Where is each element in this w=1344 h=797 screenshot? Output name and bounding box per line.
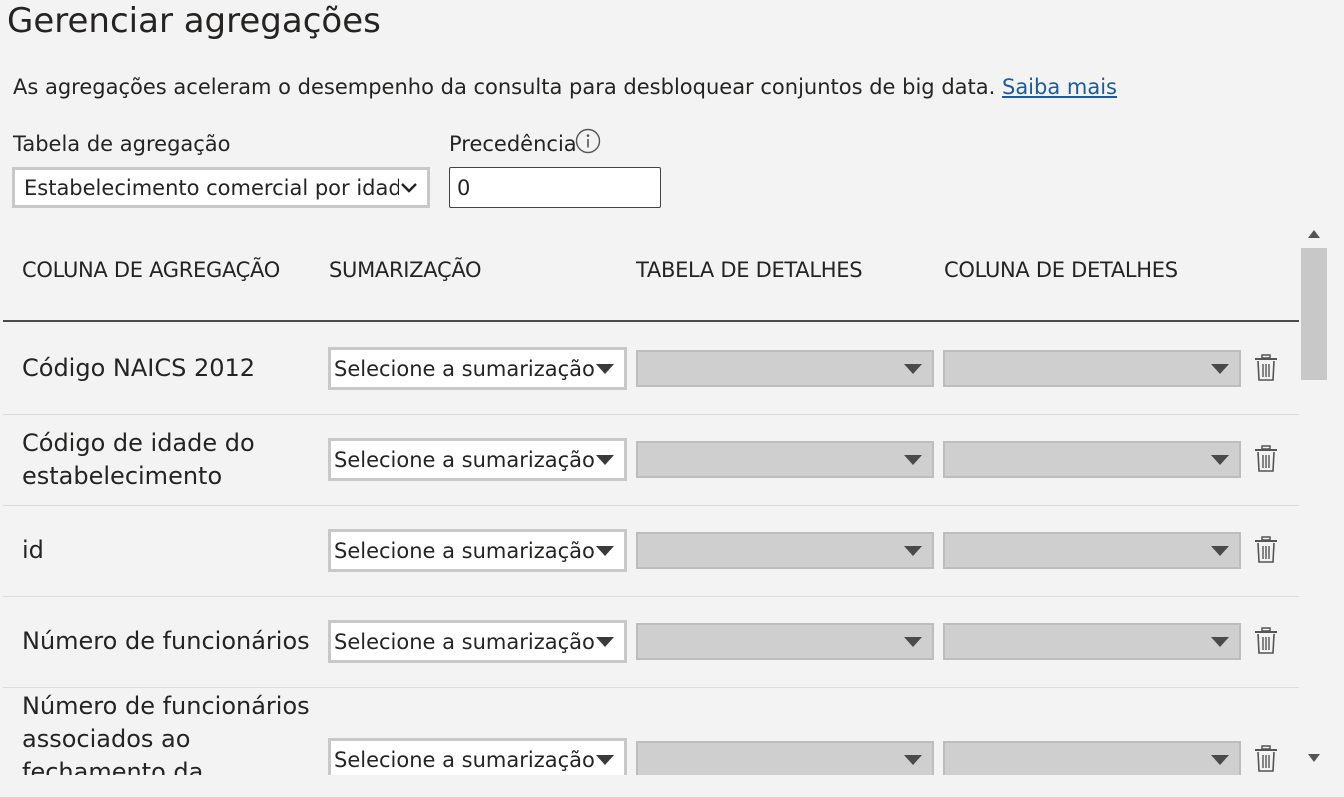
- summarization-select[interactable]: Selecione a sumarização...: [328, 347, 627, 390]
- table-row: Código de idade do estabelecimento Selec…: [3, 414, 1299, 506]
- caret-down-icon: [1211, 545, 1229, 556]
- trash-icon[interactable]: [1254, 536, 1278, 564]
- caret-down-icon: [596, 545, 614, 556]
- summarization-select[interactable]: Selecione a sumarização...: [328, 529, 627, 572]
- summarization-value: Selecione a sumarização...: [334, 747, 596, 772]
- summarization-select[interactable]: Selecione a sumarização...: [328, 438, 627, 481]
- summarization-value: Selecione a sumarização...: [334, 447, 596, 472]
- trash-icon[interactable]: [1254, 745, 1278, 773]
- trash-icon[interactable]: [1254, 627, 1278, 655]
- aggregation-column-name: Número de funcionários: [22, 627, 310, 655]
- table-row: Código NAICS 2012 Selecione a sumarizaçã…: [3, 323, 1299, 415]
- aggregation-table-select[interactable]: Estabelecimento comercial por idade: [12, 167, 430, 208]
- aggregation-column-name: Código de idade do estabelecimento: [22, 428, 255, 490]
- caret-down-icon: [596, 636, 614, 647]
- aggregation-column-name: id: [22, 536, 44, 564]
- aggregation-column-name: Código NAICS 2012: [22, 354, 256, 382]
- scroll-up-arrow-icon[interactable]: [1308, 230, 1320, 238]
- summarization-select[interactable]: Selecione a sumarização...: [328, 620, 627, 663]
- precedence-input[interactable]: [449, 167, 661, 208]
- header-summarization: SUMARIZAÇÃO: [329, 258, 482, 282]
- table-row: Número de funcionários associados ao fec…: [3, 687, 1299, 775]
- caret-down-icon: [904, 454, 922, 465]
- detail-table-select[interactable]: [636, 350, 934, 387]
- trash-icon[interactable]: [1254, 445, 1278, 473]
- aggregation-table-label: Tabela de agregação: [13, 132, 231, 156]
- caret-down-icon: [904, 754, 922, 765]
- caret-down-icon: [1211, 454, 1229, 465]
- precedence-label: Precedência: [449, 132, 577, 156]
- detail-table-select[interactable]: [636, 741, 934, 775]
- trash-icon[interactable]: [1254, 354, 1278, 382]
- learn-more-link[interactable]: Saiba mais: [1002, 75, 1117, 99]
- caret-down-icon: [904, 545, 922, 556]
- detail-table-select[interactable]: [636, 623, 934, 660]
- info-icon[interactable]: [575, 128, 601, 154]
- detail-table-select[interactable]: [636, 441, 934, 478]
- aggregation-column-name: Número de funcionários associados ao fec…: [22, 692, 310, 775]
- header-aggregation-column: COLUNA DE AGREGAÇÃO: [22, 258, 280, 282]
- detail-column-select[interactable]: [943, 623, 1241, 660]
- summarization-value: Selecione a sumarização...: [334, 629, 596, 654]
- header-divider: [3, 320, 1299, 322]
- scrollbar-thumb[interactable]: [1301, 248, 1327, 380]
- page-title: Gerenciar agregações: [7, 1, 381, 41]
- caret-down-icon: [596, 363, 614, 374]
- page-description: As agregações aceleram o desempenho da c…: [13, 72, 1117, 102]
- detail-column-select[interactable]: [943, 441, 1241, 478]
- caret-down-icon: [1211, 636, 1229, 647]
- header-detail-table: TABELA DE DETALHES: [636, 258, 863, 282]
- caret-down-icon: [904, 636, 922, 647]
- summarization-select[interactable]: Selecione a sumarização...: [328, 738, 627, 775]
- caret-down-icon: [1211, 754, 1229, 765]
- aggregation-table-value: Estabelecimento comercial por idade: [24, 175, 399, 200]
- detail-column-select[interactable]: [943, 350, 1241, 387]
- table-row: id Selecione a sumarização...: [3, 505, 1299, 597]
- caret-down-icon: [596, 454, 614, 465]
- caret-down-icon: [596, 754, 614, 765]
- header-detail-column: COLUNA DE DETALHES: [944, 258, 1178, 282]
- table-row: Número de funcionários Selecione a sumar…: [3, 596, 1299, 688]
- detail-column-select[interactable]: [943, 532, 1241, 569]
- detail-table-select[interactable]: [636, 532, 934, 569]
- description-text: As agregações aceleram o desempenho da c…: [13, 75, 996, 99]
- caret-down-icon: [904, 363, 922, 374]
- chevron-down-icon: [401, 182, 417, 193]
- detail-column-select[interactable]: [943, 741, 1241, 775]
- vertical-scrollbar[interactable]: [1301, 220, 1327, 775]
- caret-down-icon: [1211, 363, 1229, 374]
- summarization-value: Selecione a sumarização...: [334, 356, 596, 381]
- scroll-down-arrow-icon[interactable]: [1308, 754, 1320, 762]
- aggregation-grid: COLUNA DE AGREGAÇÃO SUMARIZAÇÃO TABELA D…: [0, 220, 1300, 775]
- summarization-value: Selecione a sumarização...: [334, 538, 596, 563]
